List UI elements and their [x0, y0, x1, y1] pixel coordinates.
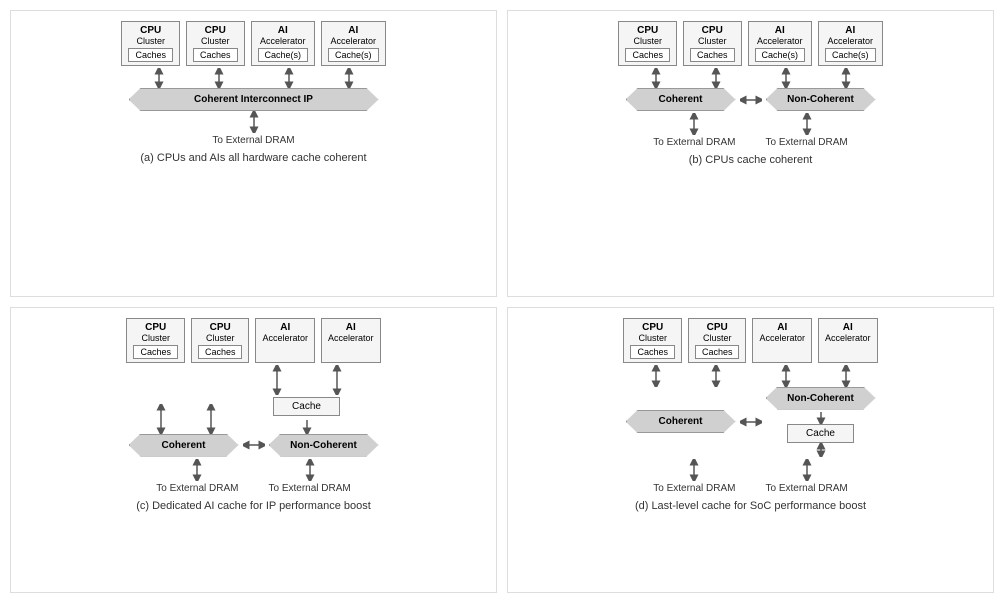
coherent-banner-d: Coherent	[626, 410, 736, 433]
dram-col-c2: To External DRAM	[269, 459, 351, 494]
caption-d: (d) Last-level cache for SoC performance…	[635, 500, 866, 512]
b-cpu-2: CPU Cluster Caches	[683, 21, 742, 66]
c-extra-cache: Cache	[273, 397, 340, 416]
ai-accelerator-1: AI Accelerator Cache(s)	[251, 21, 316, 66]
caption-a: (a) CPUs and AIs all hardware cache cohe…	[140, 152, 366, 164]
dram-col-d1: To External DRAM	[653, 459, 735, 494]
non-coherent-banner-b: Non-Coherent	[766, 88, 876, 111]
arrow-to-dram-a	[244, 111, 264, 133]
components-row-c: CPU Cluster Caches CPU Cluster Caches AI…	[126, 318, 380, 363]
h-arrow-c	[243, 438, 265, 452]
components-row-a: CPU Cluster Caches CPU Cluster Caches AI…	[121, 21, 385, 66]
arrows-down-d	[621, 365, 881, 387]
non-coherent-group-d: Non-Coherent Cache	[766, 387, 876, 457]
dram-label-b2: To External DRAM	[766, 137, 848, 148]
components-row-b: CPU Cluster Caches CPU Cluster Caches AI…	[618, 21, 882, 66]
caption-b: (b) CPUs cache coherent	[689, 154, 813, 166]
coherent-banner-b: Coherent	[626, 88, 736, 111]
dram-col-b2: To External DRAM	[766, 113, 848, 148]
b-cpu-1: CPU Cluster Caches	[618, 21, 677, 66]
c-cpu-1: CPU Cluster Caches	[126, 318, 185, 363]
dram-col-b1: To External DRAM	[653, 113, 735, 148]
dram-col-c1: To External DRAM	[156, 459, 238, 494]
dram-row-b: To External DRAM To External DRAM	[653, 113, 848, 148]
cpu-cluster-1: CPU Cluster Caches	[121, 21, 180, 66]
b-ai-1: AI Accelerator Cache(s)	[748, 21, 813, 66]
banner-pair-d: Coherent Non-Coherent Cache	[626, 387, 876, 457]
c-cache-group: Cache	[247, 365, 367, 434]
non-coherent-banner-d: Non-Coherent	[766, 387, 876, 410]
c-ai-1: AI Accelerator	[255, 318, 315, 363]
non-coherent-banner-c: Non-Coherent	[269, 434, 379, 457]
d-cpu-2: CPU Cluster Caches	[688, 318, 747, 363]
dram-label-b1: To External DRAM	[653, 137, 735, 148]
dram-label-d2: To External DRAM	[766, 483, 848, 494]
h-arrow-d	[740, 415, 762, 429]
main-container: CPU Cluster Caches CPU Cluster Caches AI…	[0, 0, 1004, 603]
diagram-c: CPU Cluster Caches CPU Cluster Caches AI…	[10, 307, 497, 594]
cpu-cluster-2: CPU Cluster Caches	[186, 21, 245, 66]
diagram-d: CPU Cluster Caches CPU Cluster Caches AI…	[507, 307, 994, 594]
d-extra-cache: Cache	[787, 424, 854, 443]
components-row-d: CPU Cluster Caches CPU Cluster Caches AI…	[623, 318, 877, 363]
c-ai-2: AI Accelerator	[321, 318, 381, 363]
coherent-banner-c: Coherent	[129, 434, 239, 457]
diagram-a: CPU Cluster Caches CPU Cluster Caches AI…	[10, 10, 497, 297]
banner-pair-c: Coherent Non-Coherent	[129, 434, 379, 457]
caption-c: (c) Dedicated AI cache for IP performanc…	[136, 500, 371, 512]
dram-label-a: To External DRAM	[212, 135, 294, 146]
dram-row-d: To External DRAM To External DRAM	[653, 459, 848, 494]
d-cpu-1: CPU Cluster Caches	[623, 318, 682, 363]
b-ai-2: AI Accelerator Cache(s)	[818, 21, 883, 66]
h-arrow-b	[740, 93, 762, 107]
dram-col-d2: To External DRAM	[766, 459, 848, 494]
c-cpu-2: CPU Cluster Caches	[191, 318, 250, 363]
dram-label-c2: To External DRAM	[269, 483, 351, 494]
coherent-interconnect-banner: Coherent Interconnect IP	[129, 88, 379, 111]
d-ai-1: AI Accelerator	[752, 318, 812, 363]
dram-label-d1: To External DRAM	[653, 483, 735, 494]
dram-row-c: To External DRAM To External DRAM	[156, 459, 351, 494]
arrows-down-b	[621, 68, 881, 88]
dram-label-c1: To External DRAM	[156, 483, 238, 494]
c-mid-row: Cache	[141, 365, 367, 434]
d-ai-2: AI Accelerator	[818, 318, 878, 363]
arrows-down-a	[124, 68, 384, 88]
diagram-b: CPU Cluster Caches CPU Cluster Caches AI…	[507, 10, 994, 297]
ai-accelerator-2: AI Accelerator Cache(s)	[321, 21, 386, 66]
banner-pair-b: Coherent Non-Coherent	[626, 88, 876, 111]
